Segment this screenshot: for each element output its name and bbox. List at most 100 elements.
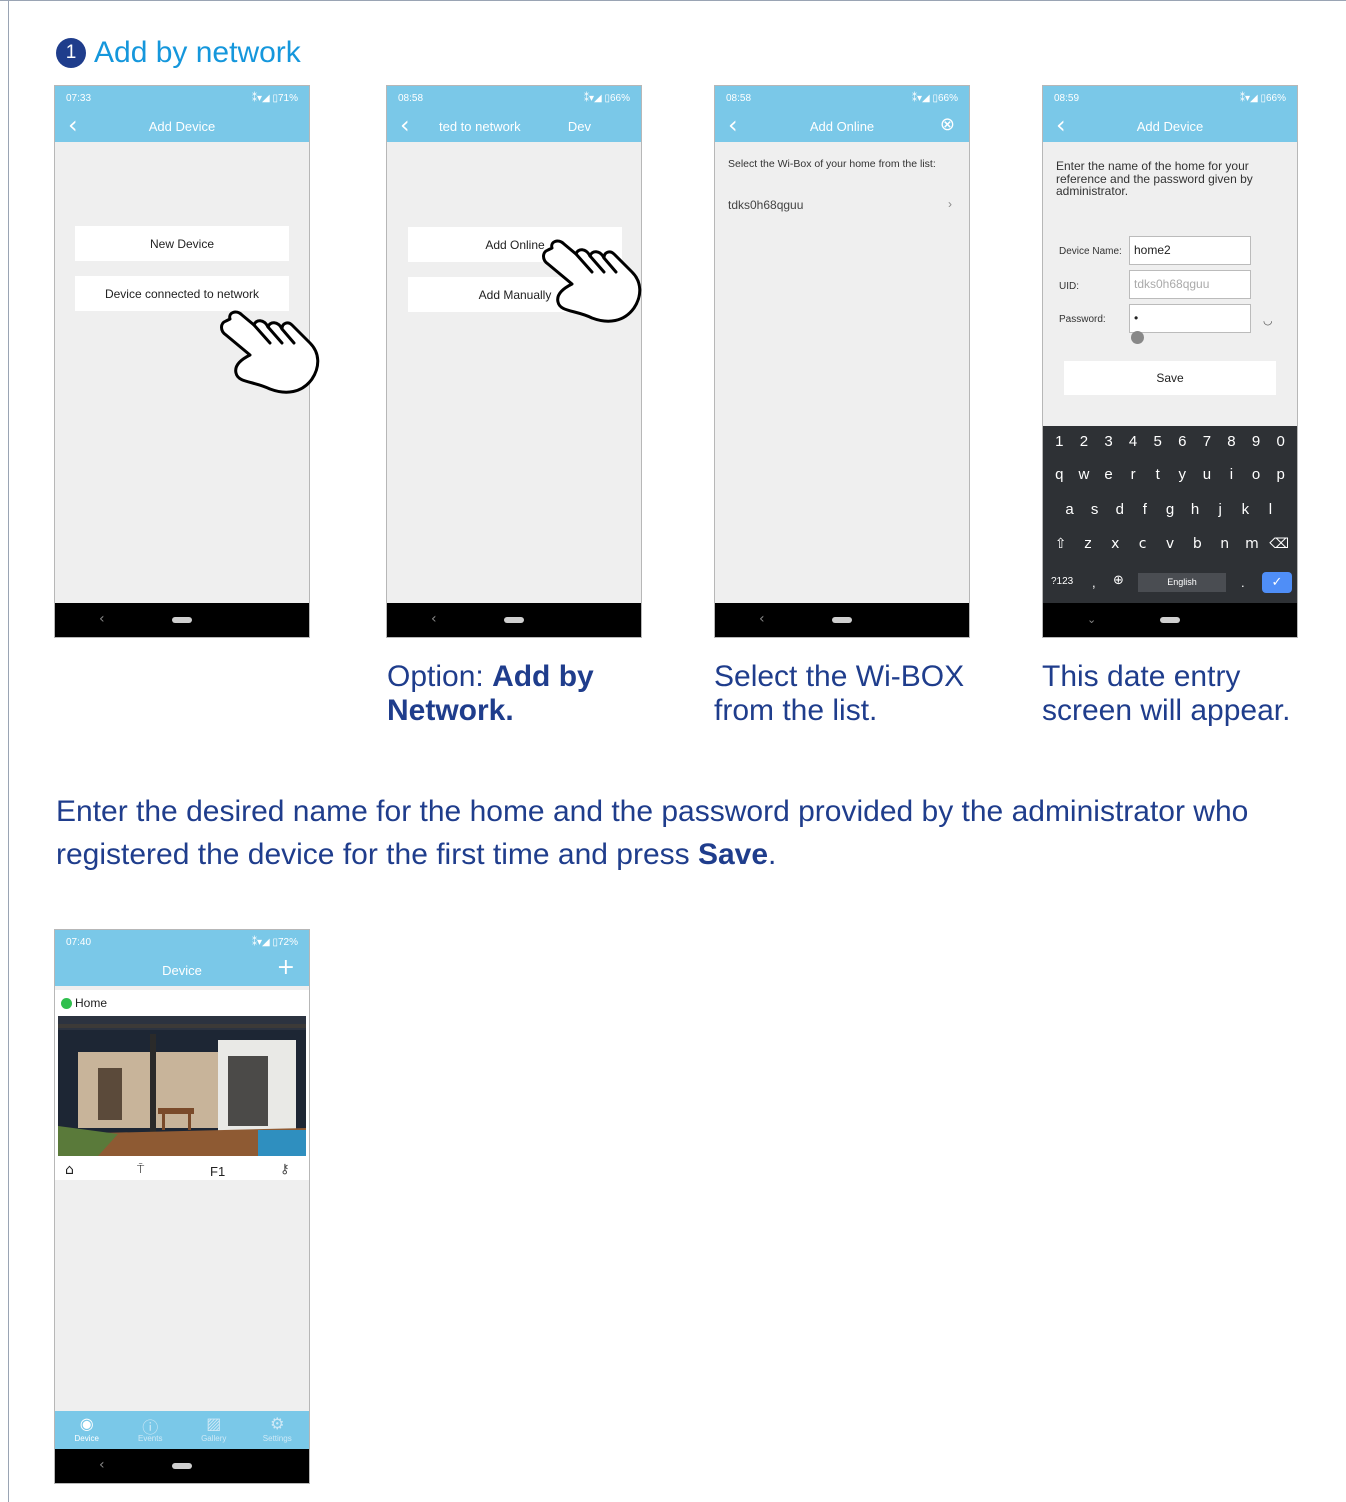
tab-events[interactable]: ⓘ Events	[119, 1411, 183, 1449]
key[interactable]: b	[1185, 536, 1209, 552]
key[interactable]: p	[1269, 466, 1293, 483]
symbols-key[interactable]: ?123	[1051, 576, 1073, 587]
key[interactable]: e	[1096, 466, 1120, 483]
new-device-button[interactable]: New Device	[75, 226, 289, 261]
screen-title-overflow: Dev	[567, 119, 591, 134]
key[interactable]: v	[1158, 536, 1182, 552]
add-icon[interactable]: +	[277, 955, 295, 980]
key[interactable]: s	[1083, 501, 1107, 518]
tab-label: Device	[74, 1434, 99, 1443]
key[interactable]: z	[1076, 536, 1100, 552]
phone-device-list: 07:40 ⁑▾◢ ▯72% Device + Home ⌂ ⍑ F1 ⚷ ◉ …	[54, 929, 310, 1484]
device-name-label: Device Name:	[1059, 246, 1122, 257]
key[interactable]: 2	[1072, 433, 1096, 450]
globe-icon[interactable]: ⊕	[1113, 573, 1124, 588]
key[interactable]: g	[1158, 501, 1182, 518]
app-bar: ‹ Add Online ⊗	[715, 110, 969, 142]
nav-home-icon[interactable]	[172, 617, 192, 623]
key[interactable]: c	[1131, 536, 1155, 552]
shift-key-icon[interactable]: ⇧	[1049, 536, 1073, 552]
app-bar: ‹ ted to network Dev	[387, 110, 641, 142]
key[interactable]: d	[1108, 501, 1132, 518]
tab-device[interactable]: ◉ Device	[55, 1411, 119, 1449]
key[interactable]: 3	[1096, 433, 1120, 450]
key[interactable]: 0	[1269, 433, 1293, 450]
nav-back-icon[interactable]: ‹	[99, 611, 105, 627]
nav-back-icon[interactable]: ‹	[431, 611, 437, 627]
key[interactable]: 4	[1121, 433, 1145, 450]
status-time: 08:59	[1054, 93, 1080, 104]
uid-label: UID:	[1059, 281, 1079, 292]
key[interactable]: 6	[1170, 433, 1194, 450]
key[interactable]: r	[1121, 466, 1145, 483]
tab-gallery[interactable]: ▨ Gallery	[182, 1411, 246, 1449]
hand-pointer-icon	[542, 239, 642, 323]
nav-home-icon[interactable]	[172, 1463, 192, 1469]
key[interactable]: 1	[1047, 433, 1071, 450]
wibox-list-item[interactable]: tdks0h68qguu ›	[728, 197, 958, 212]
password-label: Password:	[1059, 314, 1106, 325]
key[interactable]: u	[1195, 466, 1219, 483]
tab-settings[interactable]: ⚙ Settings	[246, 1411, 310, 1449]
period-key[interactable]: .	[1241, 575, 1245, 590]
key[interactable]: 5	[1146, 433, 1170, 450]
key[interactable]: i	[1219, 466, 1243, 483]
device-card[interactable]: Home ⌂ ⍑ F1 ⚷	[55, 990, 309, 1180]
status-icons: ⁑▾◢ ▯66%	[583, 93, 630, 104]
enter-check-icon[interactable]: ✓	[1262, 572, 1292, 593]
password-field[interactable]: •	[1129, 304, 1251, 333]
spacebar-key[interactable]: English	[1138, 573, 1226, 592]
key[interactable]: o	[1244, 466, 1268, 483]
backspace-key-icon[interactable]: ⌫	[1267, 536, 1291, 552]
key[interactable]: n	[1213, 536, 1237, 552]
key[interactable]: l	[1258, 501, 1282, 518]
eye-closed-icon[interactable]: ◡	[1263, 314, 1273, 327]
key[interactable]: 9	[1244, 433, 1268, 450]
nav-home-icon[interactable]	[832, 617, 852, 623]
screen-title: Add Device	[148, 119, 216, 134]
key[interactable]: j	[1208, 501, 1232, 518]
intercom-icon[interactable]: ⍑	[137, 1162, 144, 1177]
tab-label: Settings	[262, 1434, 292, 1443]
status-time: 07:33	[66, 93, 92, 104]
key[interactable]: y	[1170, 466, 1194, 483]
close-circle-icon[interactable]: ⊗	[940, 114, 955, 135]
key[interactable]: 8	[1219, 433, 1243, 450]
control-f1-button[interactable]: F1	[210, 1164, 225, 1179]
status-bar: 07:33 ⁑▾◢ ▯71%	[55, 86, 309, 110]
nav-back-icon[interactable]: ‹	[99, 1457, 105, 1473]
key[interactable]: w	[1072, 466, 1096, 483]
nav-home-icon[interactable]	[1160, 617, 1180, 623]
key[interactable]: m	[1240, 536, 1264, 552]
uid-field[interactable]: tdks0h68qguu	[1129, 270, 1251, 299]
home-icon[interactable]: ⌂	[65, 1162, 74, 1178]
status-icons: ⁑▾◢ ▯71%	[251, 93, 298, 104]
frame-left-border	[8, 0, 9, 1502]
details-instruction: Enter the name of the home for your refe…	[1056, 159, 1253, 198]
soft-keyboard: 1 2 3 4 5 6 7 8 9 0 q w e r t y u i o p …	[1043, 426, 1297, 605]
key[interactable]: k	[1233, 501, 1257, 518]
comma-key[interactable]: ,	[1092, 575, 1096, 590]
system-nav-bar: ‹	[715, 603, 969, 637]
nav-home-icon[interactable]	[504, 617, 524, 623]
save-button[interactable]: Save	[1064, 361, 1276, 395]
screen-title: Add Device	[1136, 119, 1204, 134]
keyboard-row-asdf: a s d f g h j k l	[1043, 501, 1297, 518]
key[interactable]: a	[1058, 501, 1082, 518]
key[interactable]: h	[1183, 501, 1207, 518]
info-icon: ⓘ	[142, 1418, 159, 1437]
key[interactable]: q	[1047, 466, 1071, 483]
nav-collapse-icon[interactable]: ⌄	[1087, 613, 1096, 626]
nav-back-icon[interactable]: ‹	[759, 611, 765, 627]
keyboard-row-qwerty: q w e r t y u i o p	[1043, 466, 1297, 483]
camera-icon: ◉	[79, 1414, 94, 1433]
back-icon[interactable]: ‹	[400, 112, 410, 138]
body-paragraph: Enter the desired name for the home and …	[56, 790, 1336, 876]
key-icon[interactable]: ⚷	[280, 1162, 290, 1177]
key[interactable]: f	[1133, 501, 1157, 518]
key[interactable]: t	[1146, 466, 1170, 483]
key[interactable]: x	[1103, 536, 1127, 552]
device-name-field[interactable]: home2	[1129, 236, 1251, 265]
camera-preview-image[interactable]	[58, 1016, 306, 1156]
key[interactable]: 7	[1195, 433, 1219, 450]
